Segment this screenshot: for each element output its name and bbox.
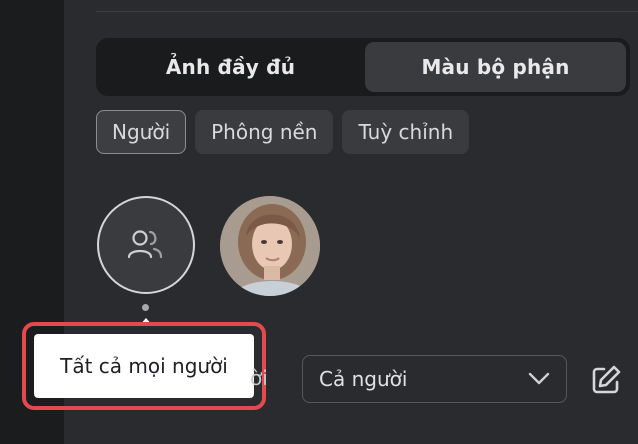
tooltip-highlight: Tất cả mọi người (22, 322, 266, 410)
select-value: Cả người (319, 367, 408, 391)
edit-button[interactable] (588, 362, 624, 398)
divider (96, 11, 638, 12)
filter-chips: Người Phông nền Tuỳ chỉnh (96, 110, 470, 154)
tooltip: Tất cả mọi người (34, 334, 254, 398)
edit-icon (592, 365, 621, 394)
chevron-down-icon (528, 372, 550, 385)
people-icon (127, 230, 163, 259)
scope-select[interactable]: Cả người (302, 355, 567, 403)
chip-person[interactable]: Người (96, 110, 187, 154)
chip-background[interactable]: Phông nền (195, 110, 334, 154)
field-label: ời (250, 366, 268, 390)
woman-portrait (220, 196, 320, 296)
all-people-avatar[interactable] (97, 196, 195, 294)
part-color-tab[interactable]: Màu bộ phận (365, 42, 626, 92)
selection-dot (142, 304, 149, 311)
full-image-tab[interactable]: Ảnh đầy đủ (100, 42, 361, 92)
mode-toggle: Ảnh đầy đủ Màu bộ phận (96, 38, 630, 96)
person-avatar[interactable] (220, 196, 320, 296)
chip-custom[interactable]: Tuỳ chỉnh (342, 110, 470, 154)
